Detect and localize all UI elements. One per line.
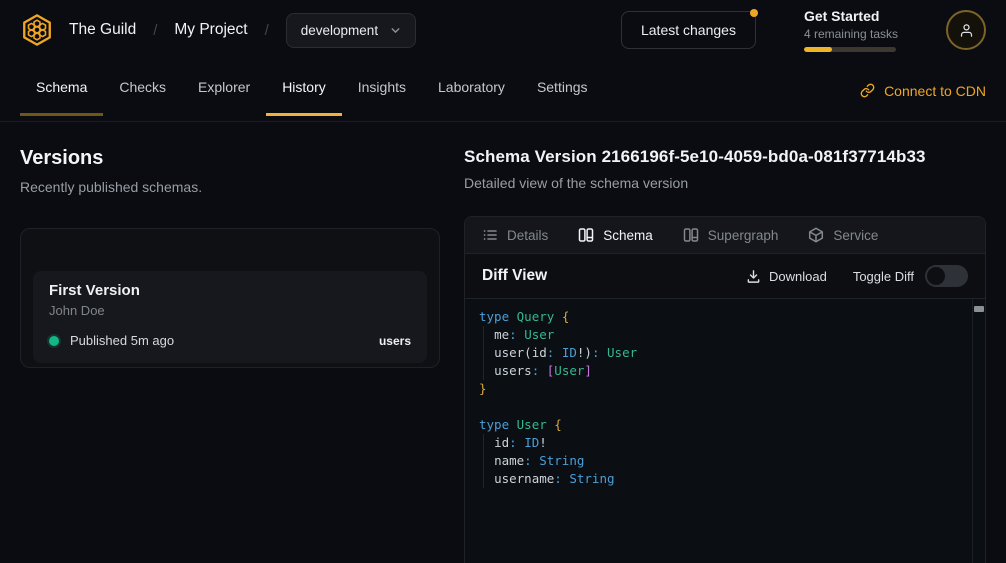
hive-logo-icon[interactable] — [20, 13, 54, 47]
detail-tab-service[interactable]: Service — [808, 227, 878, 243]
diff-view-actions: Download Toggle Diff — [746, 265, 968, 287]
diff-view-title: Diff View — [482, 267, 547, 285]
versions-panel: Versions Recently published schemas. Fir… — [0, 122, 460, 563]
header-actions: Latest changes Get Started 4 remaining t… — [621, 9, 986, 52]
detail-tab-schema[interactable]: Schema — [578, 227, 653, 243]
version-list-item[interactable]: First Version John Doe Published 5m ago … — [33, 271, 427, 363]
chevron-down-icon — [390, 25, 401, 36]
toggle-knob — [927, 267, 945, 285]
connect-to-cdn-button[interactable]: Connect to CDN — [860, 83, 986, 99]
version-author: John Doe — [49, 303, 411, 318]
detail-tab-label: Supergraph — [708, 228, 779, 243]
indent-guide — [483, 326, 484, 380]
list-icon — [482, 227, 498, 243]
breadcrumb-project[interactable]: My Project — [174, 21, 247, 39]
nav-tab-checks[interactable]: Checks — [103, 60, 182, 116]
detail-tab-label: Details — [507, 228, 548, 243]
detail-tabbar: Details Schema Supergraph — [465, 217, 985, 254]
toggle-diff-switch[interactable] — [925, 265, 968, 287]
download-label: Download — [769, 269, 827, 284]
connect-to-cdn-label: Connect to CDN — [884, 83, 986, 99]
get-started-progress-bar — [804, 47, 896, 52]
get-started-title: Get Started — [804, 9, 898, 23]
indent-guide — [483, 434, 484, 488]
detail-tab-label: Schema — [603, 228, 653, 243]
columns-icon — [683, 227, 699, 243]
detail-tab-label: Service — [833, 228, 878, 243]
progress-fill — [804, 47, 832, 52]
versions-list-card: First Version John Doe Published 5m ago … — [20, 228, 440, 368]
breadcrumb-separator: / — [265, 22, 269, 39]
user-icon — [959, 23, 974, 38]
schema-version-title: Schema Version 2166196f-5e10-4059-bd0a-0… — [464, 147, 986, 167]
nav-tab-schema[interactable]: Schema — [20, 60, 103, 116]
environment-dropdown[interactable]: development — [286, 13, 416, 48]
environment-dropdown-value: development — [301, 23, 378, 38]
code-content: type Query { me: User user(id: ID!): Use… — [479, 308, 971, 488]
breadcrumb-separator: / — [153, 22, 157, 39]
version-service-badge: users — [379, 334, 411, 348]
breadcrumb: The Guild / My Project / development — [20, 13, 416, 48]
download-icon — [746, 269, 761, 284]
main-content: Versions Recently published schemas. Fir… — [0, 122, 1006, 563]
get-started-widget[interactable]: Get Started 4 remaining tasks — [804, 9, 898, 52]
versions-subtitle: Recently published schemas. — [20, 179, 440, 195]
app-header: The Guild / My Project / development Lat… — [0, 0, 1006, 60]
code-scrollbar[interactable] — [972, 299, 985, 563]
nav-tab-explorer[interactable]: Explorer — [182, 60, 266, 116]
get-started-remaining-tasks: 4 remaining tasks — [804, 28, 898, 40]
user-avatar[interactable] — [946, 10, 986, 50]
schema-version-box: Details Schema Supergraph — [464, 216, 986, 563]
notification-dot — [750, 9, 758, 17]
version-status-row: Published 5m ago users — [49, 333, 411, 348]
breadcrumb-org[interactable]: The Guild — [69, 21, 136, 39]
version-name: First Version — [49, 282, 411, 299]
columns-icon — [578, 227, 594, 243]
nav-tab-settings[interactable]: Settings — [521, 60, 604, 116]
primary-nav: Schema Checks Explorer History Insights … — [0, 60, 1006, 122]
toggle-diff-label: Toggle Diff — [853, 269, 914, 284]
code-scrollbar-thumb[interactable] — [974, 306, 984, 312]
published-status-dot — [49, 336, 59, 346]
detail-tab-supergraph[interactable]: Supergraph — [683, 227, 779, 243]
detail-tab-details[interactable]: Details — [482, 227, 548, 243]
diff-view-bar: Diff View Download Toggle Diff — [465, 254, 985, 299]
schema-version-subtitle: Detailed view of the schema version — [464, 175, 986, 191]
latest-changes-label: Latest changes — [641, 22, 736, 38]
download-button[interactable]: Download — [746, 269, 827, 284]
version-detail-panel: Schema Version 2166196f-5e10-4059-bd0a-0… — [460, 122, 1006, 563]
nav-tab-history[interactable]: History — [266, 60, 342, 116]
schema-code-viewer[interactable]: type Query { me: User user(id: ID!): Use… — [465, 299, 985, 563]
toggle-diff-group: Toggle Diff — [853, 265, 968, 287]
link-icon — [860, 83, 875, 98]
versions-title: Versions — [20, 147, 440, 170]
cube-icon — [808, 227, 824, 243]
version-status: Published 5m ago — [70, 333, 174, 348]
nav-tab-insights[interactable]: Insights — [342, 60, 422, 116]
latest-changes-button[interactable]: Latest changes — [621, 11, 756, 49]
nav-tab-laboratory[interactable]: Laboratory — [422, 60, 521, 116]
